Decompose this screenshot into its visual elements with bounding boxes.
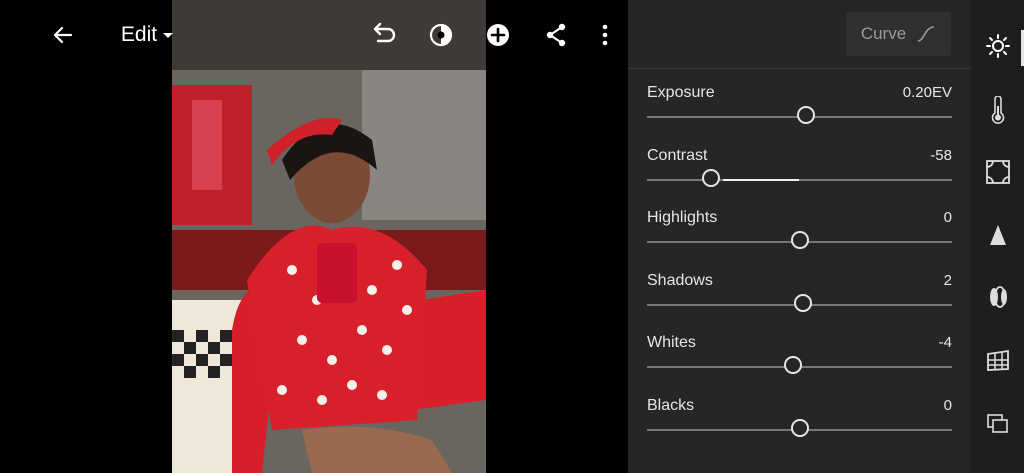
contrast-slider: Contrast -58 [647, 147, 952, 197]
caret-down-icon [163, 33, 174, 38]
detail-icon [989, 225, 1006, 245]
more-vertical-icon [602, 24, 608, 46]
exposure-thumb[interactable] [796, 106, 815, 124]
contrast-thumb[interactable] [702, 169, 721, 187]
contrast-value: -58 [930, 147, 952, 164]
exposure-label: Exposure [647, 84, 715, 101]
highlights-thumb[interactable] [790, 231, 809, 249]
curve-icon [917, 26, 935, 42]
share-icon [546, 23, 566, 47]
blacks-slider: Blacks 0 [647, 397, 952, 447]
light-icon [985, 34, 1010, 58]
curve-button[interactable]: Curve [846, 12, 951, 56]
color-temperature-icon [991, 96, 1004, 124]
edit-menu-button[interactable]: Edit [113, 0, 183, 70]
edit-menu-label: Edit [120, 23, 158, 46]
compare-icon [429, 23, 453, 47]
shadows-slider: Shadows 2 [647, 272, 952, 322]
undo-button[interactable] [360, 0, 406, 70]
top-toolbar: Edit [0, 0, 628, 70]
photo-image [172, 0, 486, 473]
blacks-label: Blacks [647, 397, 695, 414]
compare-button[interactable] [418, 0, 464, 70]
blacks-value: 0 [943, 397, 952, 414]
blacks-thumb[interactable] [790, 419, 809, 437]
highlights-slider: Highlights 0 [647, 209, 952, 259]
undo-icon [373, 22, 396, 43]
exposure-value: 0.20EV [902, 84, 952, 101]
whites-thumb[interactable] [784, 356, 803, 374]
light-tool-button[interactable] [971, 22, 1024, 70]
color-tool-button[interactable] [971, 86, 1024, 134]
back-arrow-icon [53, 26, 73, 44]
back-button[interactable] [40, 0, 86, 70]
whites-label: Whites [647, 334, 696, 351]
contrast-track[interactable] [647, 179, 952, 181]
add-button[interactable] [475, 0, 521, 70]
whites-value: -4 [938, 334, 952, 351]
effects-tool-button[interactable] [971, 148, 1024, 196]
optics-tool-button[interactable] [971, 273, 1024, 321]
effects-icon [985, 160, 1010, 184]
shadows-label: Shadows [647, 272, 713, 289]
add-circle-icon [487, 24, 509, 46]
highlights-label: Highlights [647, 209, 718, 226]
highlights-value: 0 [943, 209, 952, 226]
detail-tool-button[interactable] [971, 211, 1024, 259]
panel-divider [628, 68, 971, 69]
whites-slider: Whites -4 [647, 334, 952, 384]
shadows-thumb[interactable] [793, 294, 812, 312]
contrast-fill [723, 179, 800, 181]
exposure-slider: Exposure 0.20EV [647, 84, 952, 134]
geometry-icon [986, 349, 1009, 371]
tool-rail [971, 0, 1024, 473]
geometry-tool-button[interactable] [971, 336, 1024, 384]
more-options-button[interactable] [585, 0, 625, 70]
photo-preview[interactable] [172, 0, 486, 473]
light-adjustments-panel: Curve Exposure 0.20EV Contrast -58 Highl… [628, 0, 971, 473]
versions-tool-button[interactable] [971, 400, 1024, 448]
optics-icon [989, 286, 1007, 308]
curve-label: Curve [860, 24, 907, 43]
shadows-value: 2 [943, 272, 952, 289]
contrast-label: Contrast [647, 147, 708, 164]
versions-icon [986, 414, 1008, 433]
share-button[interactable] [533, 0, 579, 70]
